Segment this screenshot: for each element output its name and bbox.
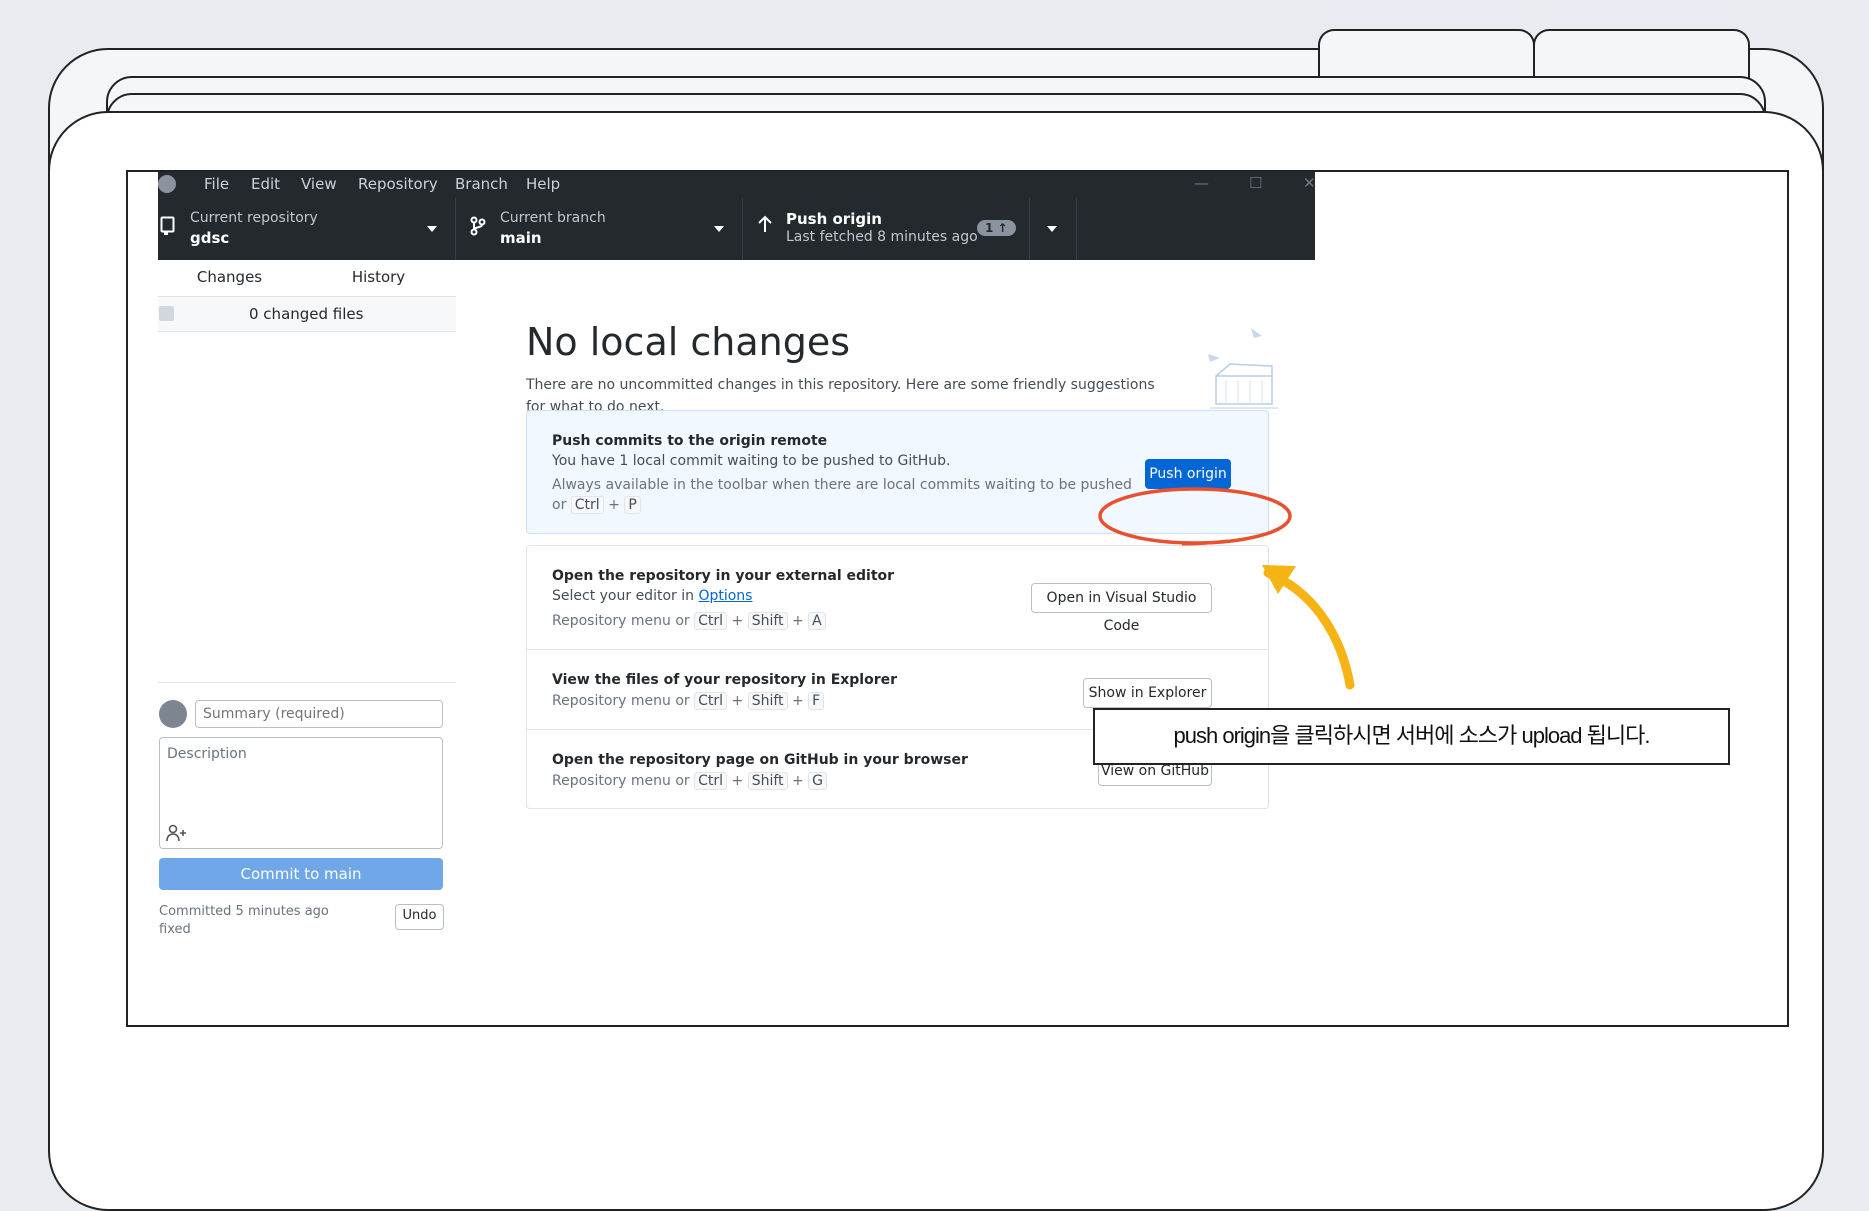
highlight-circle (1098, 487, 1292, 545)
callout-box: push origin을 클릭하시면 서버에 소스가 upload 됩니다. (1093, 708, 1730, 765)
annotation-overlay (1098, 487, 1355, 690)
